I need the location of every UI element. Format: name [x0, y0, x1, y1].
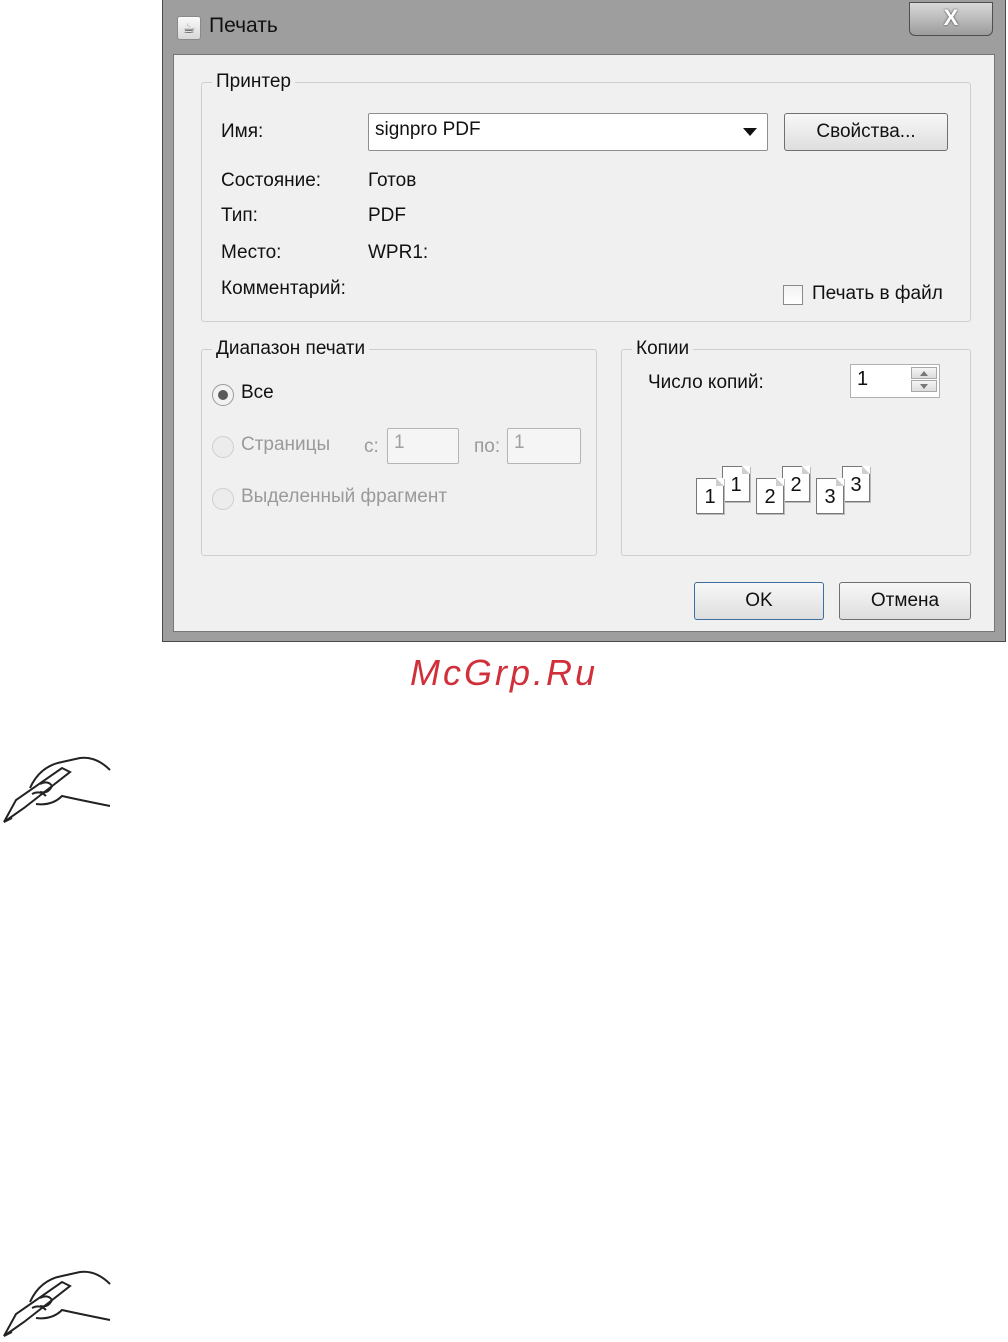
properties-button[interactable]: Свойства...: [784, 113, 948, 151]
collate-page-front: 2: [756, 478, 784, 514]
hand-writing-icon: [3, 756, 111, 823]
copies-count-label: Число копий:: [648, 372, 764, 393]
location-label: Место:: [221, 242, 282, 263]
collate-page-back: 3: [842, 466, 870, 502]
close-button[interactable]: X: [909, 2, 993, 36]
location-value: WPR1:: [368, 242, 429, 263]
printer-legend: Принтер: [212, 71, 295, 93]
copies-legend: Копии: [632, 338, 694, 360]
range-to-label: по:: [474, 436, 501, 457]
spinner-buttons: [911, 367, 937, 393]
dialog-content: Принтер Имя: signpro PDF Свойства... Сос…: [173, 54, 995, 632]
printer-name-value: signpro PDF: [375, 119, 481, 140]
title-bar[interactable]: ☕ Печать X: [163, 0, 1005, 52]
range-selection-label[interactable]: Выделенный фрагмент: [241, 486, 447, 508]
range-all-label[interactable]: Все: [241, 382, 274, 404]
hand-writing-icon: [3, 1270, 111, 1337]
copies-count-spinner[interactable]: 1: [850, 364, 940, 398]
spin-down-arrow-icon[interactable]: [911, 380, 937, 392]
range-from-field[interactable]: 1: [387, 428, 459, 464]
watermark-text: McGrp.Ru: [410, 652, 599, 693]
java-cup-icon: ☕: [177, 16, 201, 40]
cancel-button[interactable]: Отмена: [839, 582, 971, 620]
print-range-legend: Диапазон печати: [212, 338, 370, 360]
printer-name-label: Имя:: [221, 121, 264, 142]
range-pages-radio[interactable]: [212, 436, 234, 458]
status-value: Готов: [368, 170, 417, 191]
ok-button[interactable]: OK: [694, 582, 824, 620]
printer-name-combo[interactable]: signpro PDF: [368, 113, 768, 151]
collate-page-front: 1: [696, 478, 724, 514]
copies-count-value: 1: [857, 368, 869, 390]
range-all-radio[interactable]: [212, 384, 234, 406]
chevron-down-icon[interactable]: [743, 128, 757, 136]
print-to-file-label[interactable]: Печать в файл: [812, 283, 943, 305]
printer-group: Принтер Имя: signpro PDF Свойства... Сос…: [201, 71, 971, 322]
collate-page-back: 1: [722, 466, 750, 502]
range-selection-radio[interactable]: [212, 488, 234, 510]
status-label: Состояние:: [221, 170, 322, 191]
collate-page-back: 2: [782, 466, 810, 502]
print-dialog-window: ☕ Печать X Принтер Имя: signpro PDF Свой…: [162, 0, 1006, 642]
range-from-label: с:: [364, 436, 379, 457]
type-label: Тип:: [221, 205, 258, 226]
print-to-file-checkbox[interactable]: [783, 285, 803, 305]
comment-label: Комментарий:: [221, 278, 346, 299]
range-pages-label[interactable]: Страницы: [241, 434, 330, 456]
range-to-field[interactable]: 1: [507, 428, 581, 464]
collate-page-front: 3: [816, 478, 844, 514]
spin-up-arrow-icon[interactable]: [911, 367, 937, 379]
copies-group: Копии Число копий: 1 1 1 2 2 3 3: [621, 338, 971, 556]
print-range-group: Диапазон печати Все Страницы с: 1 по: 1 …: [201, 338, 597, 556]
dialog-title: Печать: [209, 14, 278, 37]
type-value: PDF: [368, 205, 406, 226]
